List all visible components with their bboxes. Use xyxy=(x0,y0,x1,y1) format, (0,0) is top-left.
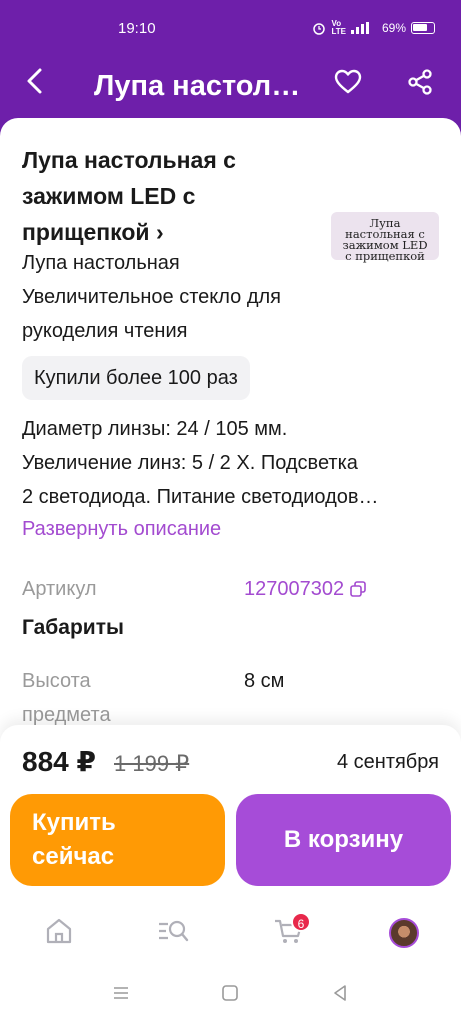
description-line: 2 светодиода. Питание светодиодов… xyxy=(22,486,379,508)
old-price: 1 199 ₽ xyxy=(114,751,190,776)
cart-count-badge: 6 xyxy=(291,912,311,932)
article-value[interactable]: 127007302 xyxy=(244,572,366,606)
buy-now-label: Купить сейчас xyxy=(32,809,116,870)
product-description: Диаметр линзы: 24 / 105 мм. Увеличение л… xyxy=(22,412,442,514)
article-number: 127007302 xyxy=(244,578,345,600)
profile-avatar[interactable] xyxy=(389,918,419,948)
purchases-badge: Купили более 100 раз xyxy=(22,356,250,400)
page-title: Лупа настольная с зажимом LED с прищепко… xyxy=(94,70,308,102)
back-triangle-icon[interactable] xyxy=(331,984,349,1002)
app-header: Лупа настольная с зажимом LED с прищепко… xyxy=(0,56,461,120)
copy-icon[interactable] xyxy=(350,581,366,597)
back-arrow-icon[interactable] xyxy=(20,66,50,96)
product-subtitle: Лупа настольная Увеличительное стекло дл… xyxy=(22,252,281,342)
home-icon[interactable] xyxy=(42,914,76,948)
purchase-panel: 884 ₽ 1 199 ₽ 4 сентября Купить сейчас В… xyxy=(0,725,461,910)
product-thumbnail[interactable]: Лупа настольная с зажимом LED с прищепко… xyxy=(331,212,439,263)
product-title-link[interactable]: Лупа настольная с зажимом LED с прищепко… xyxy=(22,142,322,250)
current-price: 884 ₽ xyxy=(22,746,96,777)
description-line: Диаметр линзы: 24 / 105 мм. xyxy=(22,418,288,440)
recents-menu-icon[interactable] xyxy=(112,984,130,1002)
description-line: Увеличение линз: 5 / 2 Х. Подсветка xyxy=(22,452,358,474)
heart-icon[interactable] xyxy=(334,68,362,96)
article-label: Артикул xyxy=(22,578,97,600)
height-label: Высота предмета xyxy=(22,670,111,726)
volte-icon: Vo LTE xyxy=(331,19,346,36)
catalog-search-icon[interactable] xyxy=(156,914,190,948)
buy-now-button[interactable]: Купить сейчас xyxy=(10,794,225,886)
status-icons: Vo LTE 69% xyxy=(312,20,435,36)
alarm-icon xyxy=(313,23,326,35)
add-to-cart-label: В корзину xyxy=(283,826,404,853)
share-icon[interactable] xyxy=(406,68,434,96)
delivery-date: 4 сентября xyxy=(336,751,439,773)
thumbnail-text-line: с прищепкой xyxy=(345,249,425,263)
signal-icon xyxy=(350,22,369,34)
home-square-icon[interactable] xyxy=(221,984,239,1002)
height-value: 8 см xyxy=(244,670,285,692)
status-time: 19:10 xyxy=(118,20,156,37)
add-to-cart-button[interactable]: В корзину xyxy=(236,794,451,886)
dimensions-heading: Габариты xyxy=(22,616,124,639)
battery-icon xyxy=(411,22,435,34)
battery-level: 69% xyxy=(381,21,406,35)
status-bar: 19:10 Vo LTE 69% xyxy=(0,0,461,56)
expand-description-link[interactable]: Развернуть описание xyxy=(22,518,221,541)
system-nav-bar xyxy=(0,966,461,1024)
